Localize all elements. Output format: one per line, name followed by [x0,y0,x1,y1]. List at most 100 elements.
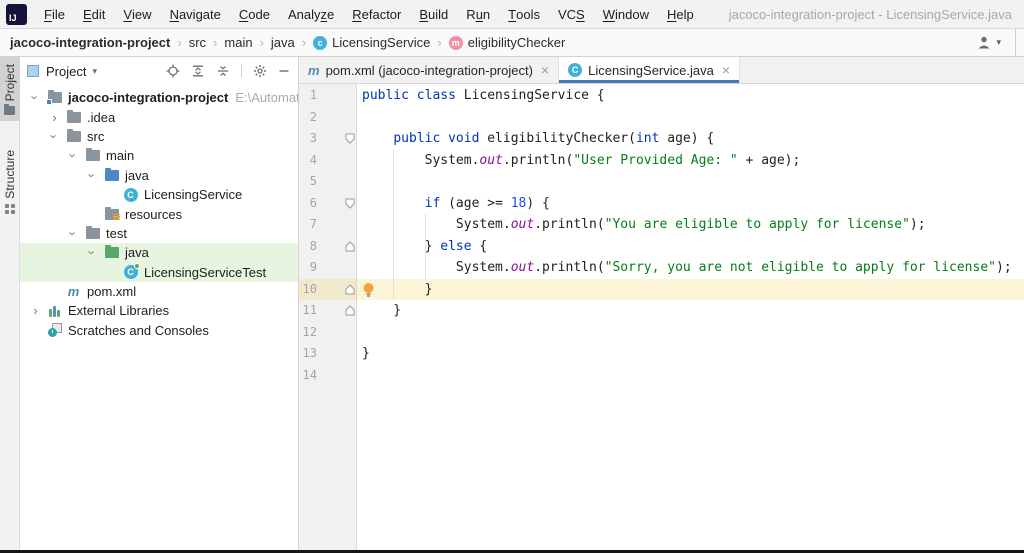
chevron-right-icon[interactable]: › [33,304,37,317]
close-icon[interactable]: × [722,63,730,77]
menu-item-build[interactable]: Build [410,0,457,28]
code-line[interactable] [357,322,1024,344]
chevron-down-icon[interactable]: › [29,96,42,100]
chevron-right-icon[interactable]: › [52,111,56,124]
code-line[interactable] [357,365,1024,387]
line-number[interactable]: 7 [299,214,357,236]
collapse-all-icon[interactable] [216,64,230,78]
code-line[interactable]: } else { [357,236,1024,258]
breadcrumb-label: eligibilityChecker [468,35,566,50]
code-segment: System. [362,260,511,275]
line-number[interactable]: 13 [299,343,357,365]
tree-item-licensingservicetest[interactable]: CLicensingServiceTest [20,263,298,282]
user-dropdown-caret-icon[interactable]: ▾ [996,37,1001,48]
code-line[interactable]: public class LicensingService { [357,85,1024,107]
breadcrumb-item[interactable]: jacoco-integration-project [10,35,170,50]
menu-item-analyze[interactable]: Analyze [279,0,343,28]
icon-slot [83,150,102,161]
tree-item-external-libraries[interactable]: ›External Libraries [20,301,298,320]
menu-item-edit[interactable]: Edit [74,0,114,28]
tree-item-test[interactable]: ›test [20,224,298,243]
code-line[interactable]: System.out.println("User Provided Age: "… [357,150,1024,172]
hide-panel-icon[interactable] [278,65,290,77]
tree-item--idea[interactable]: ›.idea [20,107,298,126]
breadcrumb-item[interactable]: meligibilityChecker [449,35,566,50]
tree-item-licensingservice[interactable]: CLicensingService [20,185,298,204]
editor-tab-label: pom.xml (jacoco-integration-project) [326,63,533,78]
locate-file-icon[interactable] [166,64,180,78]
tree-item-scratches-and-consoles[interactable]: Scratches and Consoles [20,321,298,340]
chevron-down-icon[interactable]: › [48,134,61,138]
menu-item-refactor[interactable]: Refactor [343,0,410,28]
menu-item-help[interactable]: Help [658,0,703,28]
code-line[interactable]: System.out.println("You are eligible to … [357,214,1024,236]
expand-all-icon[interactable] [191,64,205,78]
menu-item-vcs[interactable]: VCS [549,0,594,28]
line-number[interactable]: 4 [299,150,357,172]
menu-item-view[interactable]: View [114,0,160,28]
breadcrumb-item[interactable]: cLicensingService [313,35,430,50]
code-line[interactable] [357,171,1024,193]
menu-item-run[interactable]: Run [457,0,499,28]
class-icon: C [568,63,582,77]
class-icon: C [124,188,138,202]
chevron-down-icon[interactable]: › [86,173,99,177]
resources-badge-icon [113,214,120,221]
intention-bulb-icon[interactable] [362,282,375,298]
code-line[interactable]: } [357,279,1024,301]
line-number[interactable]: 1 [299,85,357,107]
tree-item-jacoco-integration-project[interactable]: ›jacoco-integration-projectE:\Automation… [20,88,298,107]
icon-slot: C [121,188,140,202]
project-view-dropdown-icon[interactable]: ▾ [92,66,97,77]
line-number[interactable]: 2 [299,107,357,129]
tree-item-resources[interactable]: resources [20,204,298,223]
tree-item-label: Scratches and Consoles [68,323,209,338]
code-editor[interactable]: 1234567891011121314 public class Licensi… [299,84,1024,550]
code-line[interactable]: } [357,343,1024,365]
icon-slot [102,247,121,258]
close-icon[interactable]: × [541,63,549,77]
code-line[interactable]: public void eligibilityChecker(int age) … [357,128,1024,150]
breadcrumb-label: jacoco-integration-project [10,35,170,50]
menu-item-navigate[interactable]: Navigate [161,0,230,28]
fold-collapse-icon[interactable] [345,133,355,144]
fold-end-icon[interactable] [345,305,355,316]
line-number[interactable]: 14 [299,365,357,387]
folder-icon [67,112,81,123]
menu-item-code[interactable]: Code [230,0,279,28]
ide-logo-icon[interactable]: IJ [6,4,27,25]
menu-item-window[interactable]: Window [594,0,658,28]
tree-item-pom-xml[interactable]: mpom.xml [20,282,298,301]
line-number[interactable]: 12 [299,322,357,344]
line-number[interactable]: 9 [299,257,357,279]
line-number[interactable]: 5 [299,171,357,193]
tree-item-src[interactable]: ›src [20,127,298,146]
tree-item-main[interactable]: ›main [20,146,298,165]
breadcrumb-item[interactable]: main [224,35,252,50]
menu-item-tools[interactable]: Tools [499,0,549,28]
fold-collapse-icon[interactable] [345,198,355,209]
editor-tab-licensingservice-java[interactable]: CLicensingService.java× [559,57,740,83]
chevron-down-icon[interactable]: › [67,231,80,235]
editor-tab-pom-xml[interactable]: mpom.xml (jacoco-integration-project)× [299,57,559,83]
settings-gear-icon[interactable] [253,64,267,78]
breadcrumb-item[interactable]: src [189,35,206,50]
breadcrumb-item[interactable]: java [271,35,295,50]
code-segment: "User Provided Age: " [573,153,737,168]
tool-stripe-structure[interactable]: Structure [0,143,20,220]
window-title: jacoco-integration-project - LicensingSe… [729,7,1012,22]
code-line[interactable]: System.out.println("Sorry, you are not e… [357,257,1024,279]
fold-end-icon[interactable] [345,284,355,295]
code-line[interactable] [357,107,1024,129]
tree-item-java[interactable]: ›java [20,166,298,185]
user-profile-icon[interactable] [976,35,992,50]
menu-item-file[interactable]: File [35,0,74,28]
tree-item-java[interactable]: ›java [20,243,298,262]
code-line[interactable]: } [357,300,1024,322]
editor-gutter[interactable]: 1234567891011121314 [299,85,357,386]
fold-end-icon[interactable] [345,241,355,252]
tool-stripe-project[interactable]: Project [0,57,20,121]
chevron-down-icon[interactable]: › [86,251,99,255]
code-line[interactable]: if (age >= 18) { [357,193,1024,215]
chevron-down-icon[interactable]: › [67,154,80,158]
